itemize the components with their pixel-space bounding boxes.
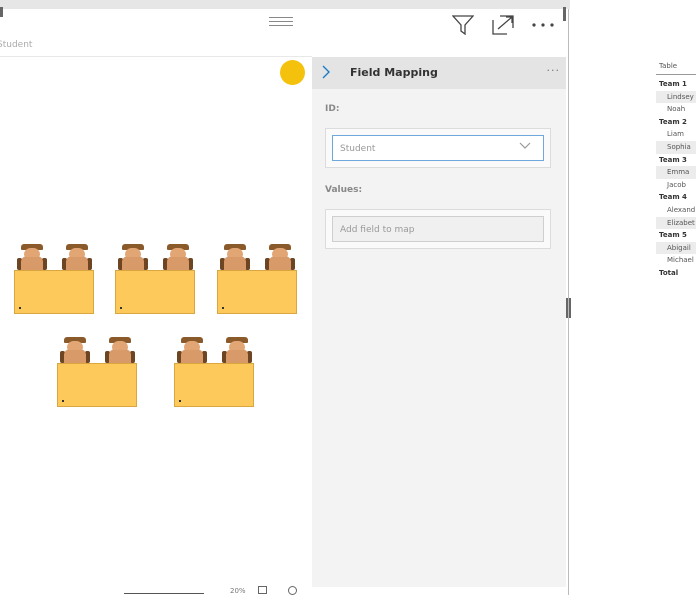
values-label: Values: [325,185,363,195]
field-mapping-pane: Field Mapping ··· ID: Student Values: Ad… [312,57,566,587]
pane-header: Field Mapping ··· [312,57,566,89]
visual-header-icons [450,12,556,38]
focus-mode-icon[interactable] [490,12,516,38]
seat[interactable] [263,244,297,272]
seat[interactable] [15,244,49,272]
table-row[interactable]: Jacob [656,179,696,192]
seat[interactable] [58,337,92,365]
table-group-row[interactable]: Team 1 [656,78,696,91]
zoom-slider[interactable] [124,593,204,594]
desk-table [14,270,94,314]
desk-table [217,270,297,314]
table-row[interactable]: Abigail [656,241,696,255]
desk-5[interactable] [174,337,256,411]
status-indicator[interactable] [280,60,305,85]
table-row[interactable]: Sophia [656,140,696,154]
id-dropdown-value: Student [340,144,376,154]
seat[interactable] [218,244,252,272]
desk-table [174,363,254,407]
table-group-row[interactable]: Team 2 [656,116,696,129]
desk-4[interactable] [57,337,139,411]
table-row[interactable]: Noah [656,103,696,116]
table-group-row[interactable]: Team 3 [656,154,696,167]
top-bar [0,0,570,9]
seat[interactable] [103,337,137,365]
seat[interactable] [220,337,254,365]
resize-handle-right[interactable] [563,7,566,21]
table-header: Table [656,60,696,75]
table-row[interactable]: Liam [656,128,696,141]
desk-2[interactable] [115,244,197,318]
breadcrumb: Student [0,40,33,50]
pane-more-icon[interactable]: ··· [547,64,561,77]
chevron-down-icon [519,140,531,153]
fit-page-icon[interactable] [258,586,267,594]
table-rows: Team 1 Lindsey Noah Team 2 Liam Sophia Team 3E… [656,78,696,280]
pane-title: Field Mapping [350,66,438,79]
seat[interactable] [161,244,195,272]
table-group-row[interactable]: Team 4 [656,191,696,204]
id-well: Student [325,128,551,168]
resize-handle-left[interactable] [0,7,3,17]
drag-handle[interactable] [269,17,293,27]
add-field-input[interactable]: Add field to map [332,216,544,242]
filter-icon[interactable] [450,12,476,38]
vertical-divider [568,9,569,595]
zoom-level: 20% [230,587,246,595]
desk-3[interactable] [217,244,299,318]
id-dropdown[interactable]: Student [332,135,544,161]
zoom-bar: 20% [0,585,312,595]
desk-1[interactable] [14,244,96,318]
collapse-chevron-icon[interactable] [321,65,331,83]
table-group-row[interactable]: Team 5 [656,229,696,242]
id-label: ID: [325,104,340,114]
table-visual: Table Team 1 Lindsey Noah Team 2 Liam Sophia T… [656,60,696,280]
desk-table [115,270,195,314]
values-well: Add field to map [325,209,551,249]
table-row[interactable]: Michael [656,254,696,267]
table-row[interactable]: Alexand [656,204,696,217]
desk-table [57,363,137,407]
table-row[interactable]: Lindsey [656,90,696,104]
table-group-row[interactable]: Total [656,267,696,280]
more-options-icon[interactable] [530,12,556,38]
seat[interactable] [175,337,209,365]
seat[interactable] [116,244,150,272]
table-row[interactable]: Elizabet [656,216,696,230]
divider [0,56,312,57]
reset-view-icon[interactable] [288,586,297,595]
table-row[interactable]: Emma [656,166,696,179]
seat[interactable] [60,244,94,272]
